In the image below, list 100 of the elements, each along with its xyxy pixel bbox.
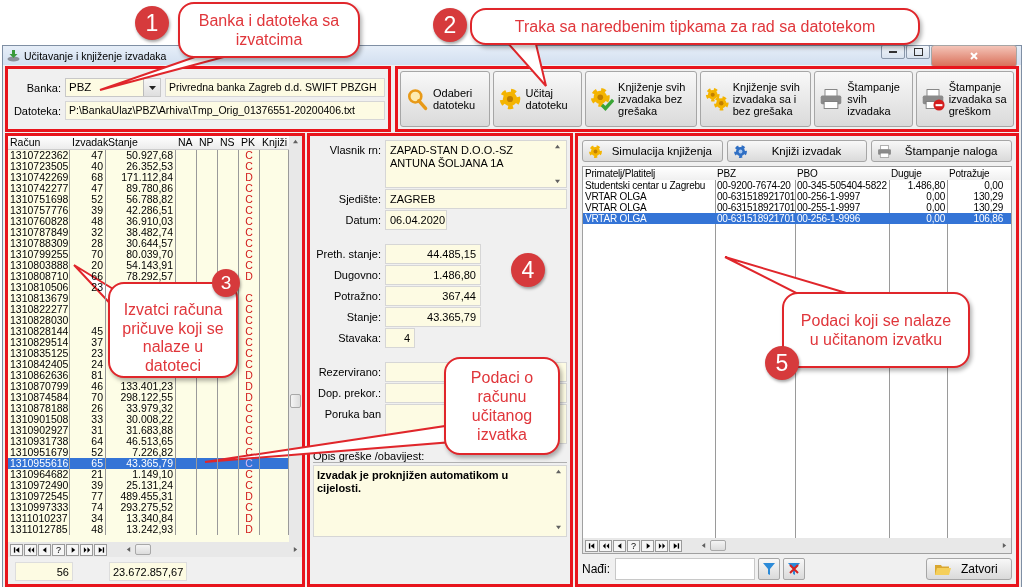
- table-cell: 48: [70, 524, 106, 535]
- arrow-left-icon[interactable]: [701, 542, 706, 549]
- table-row[interactable]: 1310751698 52 56.788,82 C: [8, 194, 289, 205]
- table-row[interactable]: VRTAR OLGA 00-631518921701 00-256-1-9996 0,00 106,86: [583, 213, 1011, 224]
- text-field[interactable]: 367,44: [385, 286, 481, 306]
- scroll-thumb[interactable]: [135, 544, 151, 555]
- field-label: Stanje:: [345, 310, 381, 325]
- last-button[interactable]: [669, 539, 682, 552]
- scrollbar[interactable]: [289, 136, 302, 542]
- column-header[interactable]: Knjiži: [260, 136, 289, 149]
- arrow-down-icon[interactable]: [554, 179, 561, 184]
- toolbar-button[interactable]: Odaberi datoteku: [400, 71, 490, 127]
- arrow-up-icon[interactable]: [555, 469, 562, 474]
- dropdown-button[interactable]: [143, 79, 160, 96]
- column-header[interactable]: Primatelj/Platitelj: [583, 167, 715, 180]
- last-button[interactable]: [94, 543, 107, 556]
- next-button[interactable]: [66, 543, 79, 556]
- table-row[interactable]: 1311012785 48 13.242,93 D: [8, 524, 289, 535]
- first-button[interactable]: [585, 539, 598, 552]
- table-row[interactable]: 1310931738 64 46.513,65 C: [8, 436, 289, 447]
- last-icon: [671, 541, 680, 550]
- field-label: Rezervirano:: [317, 365, 381, 380]
- arrow-down-icon[interactable]: [555, 525, 562, 530]
- column-header[interactable]: Potražuje: [947, 167, 1005, 180]
- first-icon: [12, 545, 21, 554]
- bank-name-field[interactable]: Privredna banka Zagreb d.d. SWIFT PBZGH: [165, 78, 385, 97]
- table-row[interactable]: 1310787849 32 38.482,74 C: [8, 227, 289, 238]
- goto-button[interactable]: ?: [52, 543, 65, 556]
- table-cell-text: VRTAR OLGA: [584, 213, 648, 224]
- toolbar-button[interactable]: Štampanje izvadaka sa greškom: [915, 71, 1014, 127]
- arrow-left-icon[interactable]: [126, 546, 131, 553]
- text-field[interactable]: 1.486,80: [385, 265, 481, 285]
- arrow-right-icon[interactable]: [293, 546, 298, 553]
- text-field[interactable]: ZAGREB: [385, 189, 567, 209]
- table-row[interactable]: VRTAR OLGA 00-631518921701 00-256-1-9997 0,00 130,29: [583, 191, 1011, 202]
- column-header[interactable]: PBZ: [715, 167, 795, 180]
- first-button[interactable]: [10, 543, 23, 556]
- column-header[interactable]: NP: [197, 136, 218, 149]
- table-row[interactable]: 1310799255 70 80.039,70 C: [8, 249, 289, 260]
- table-cell-text: 00-631518921701: [716, 191, 795, 202]
- table-row[interactable]: 1310742277 47 89.780,86 C: [8, 183, 289, 194]
- file-path-field[interactable]: P:\BankaUlaz\PBZ\Arhiva\Tmp_Orig_01376551-20200406.txt: [65, 101, 385, 120]
- scroll-thumb[interactable]: [290, 394, 301, 408]
- close-button[interactable]: [931, 44, 1017, 67]
- previous-button[interactable]: [613, 539, 626, 552]
- previous-page-button[interactable]: [24, 543, 37, 556]
- table-row[interactable]: VRTAR OLGA 00-631518921701 00-255-1-9997 0,00 130,29: [583, 202, 1011, 213]
- close-button[interactable]: Zatvori: [926, 558, 1012, 580]
- filter-button[interactable]: [758, 558, 780, 580]
- action-button[interactable]: Štampanje naloga: [871, 140, 1012, 162]
- column-header[interactable]: NA: [176, 136, 197, 149]
- previous-page-button[interactable]: [599, 539, 612, 552]
- table-row[interactable]: 1310722362 47 50.927,68 C: [8, 150, 289, 161]
- table-row[interactable]: 1310723505 40 26.352,53 C: [8, 161, 289, 172]
- column-header[interactable]: Duguje: [889, 167, 947, 180]
- column-header[interactable]: Račun: [8, 136, 70, 149]
- column-header[interactable]: NS: [218, 136, 239, 149]
- table-row[interactable]: 1310757776 39 42.286,51 C: [8, 205, 289, 216]
- next-page-icon: [82, 545, 91, 554]
- clear-filter-button[interactable]: [783, 558, 805, 580]
- text-field[interactable]: 43.365,79: [385, 307, 481, 327]
- table-row[interactable]: 1310964682 21 1.149,10 C: [8, 469, 289, 480]
- goto-button[interactable]: ?: [627, 539, 640, 552]
- table-row[interactable]: 1310972545 77 489.455,31 D: [8, 491, 289, 502]
- maximize-button[interactable]: [906, 44, 930, 59]
- previous-button[interactable]: [38, 543, 51, 556]
- message-field[interactable]: Izvadak je proknjižen automatikom u cijelosti.: [313, 465, 567, 537]
- toolbar-button[interactable]: Knjiženje svih izvadaka bez grešaka: [585, 71, 697, 127]
- table-row[interactable]: 1311010237 34 13.340,84 D: [8, 513, 289, 524]
- arrow-up-icon[interactable]: [292, 139, 299, 144]
- scroll-thumb[interactable]: [710, 540, 726, 551]
- clear-filter-icon: [787, 562, 801, 576]
- arrow-up-icon[interactable]: [554, 144, 561, 149]
- text-field[interactable]: 06.04.2020: [385, 210, 447, 230]
- action-button[interactable]: Simulacija knjiženja: [582, 140, 723, 162]
- arrow-right-icon[interactable]: [1002, 542, 1007, 549]
- column-header[interactable]: PBO: [795, 167, 889, 180]
- table-row[interactable]: 1310742269 68 171.112,84 D: [8, 172, 289, 183]
- toolbar-button[interactable]: Štampanje svih izvadaka: [814, 71, 913, 127]
- table-row[interactable]: 1310972490 39 25.131,24 C: [8, 480, 289, 491]
- table-cell: 13.242,93: [106, 524, 176, 535]
- bank-dropdown[interactable]: PBZ: [65, 78, 161, 97]
- next-button[interactable]: [641, 539, 654, 552]
- field-label: Datum:: [344, 213, 381, 228]
- search-field[interactable]: [615, 558, 755, 580]
- table-row[interactable]: Studentski centar u Zagrebu 00-9200-7674-20 00-345-505404-5822 1.486,80 0,00: [583, 180, 1011, 191]
- gear-icon: [588, 143, 603, 159]
- text-field[interactable]: ZAPAD-STAN D.O.O.-SZ ANTUNA ŠOLJANA 1A: [385, 140, 567, 188]
- download-icon: [7, 49, 20, 62]
- action-button[interactable]: Knjiži izvadak: [726, 140, 868, 162]
- next-page-button[interactable]: [80, 543, 93, 556]
- next-page-button[interactable]: [655, 539, 668, 552]
- table-cell-text: 00-256-1-9997: [796, 191, 861, 202]
- table-cell-text: 00-631518921701: [716, 202, 795, 213]
- toolbar-button[interactable]: Knjiženje svih izvadaka sa i bez grešaka: [699, 71, 812, 127]
- toolbar-button[interactable]: Učitaj datoteku: [492, 71, 583, 127]
- text-field[interactable]: 4: [385, 328, 415, 348]
- text-field[interactable]: 44.485,15: [385, 244, 481, 264]
- callout-tooltip: Podaci o računu učitanog izvatka: [444, 357, 560, 455]
- column-header[interactable]: PK: [239, 136, 260, 149]
